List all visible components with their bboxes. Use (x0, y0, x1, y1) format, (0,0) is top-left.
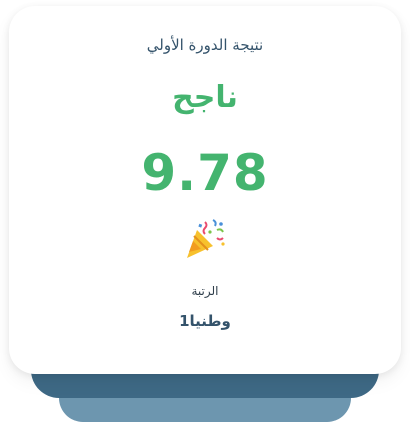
rank-value: وطنيا1 (179, 312, 231, 330)
party-popper-icon (183, 216, 227, 260)
rank-label: الرتبة (191, 284, 219, 298)
result-score: 9.78 (141, 144, 269, 202)
result-status: ناجح (172, 80, 238, 115)
result-card: نتيجة الدورة الأولي ناجح 9.78 الرتبة وطن… (9, 6, 401, 374)
result-title: نتيجة الدورة الأولي (146, 36, 264, 54)
